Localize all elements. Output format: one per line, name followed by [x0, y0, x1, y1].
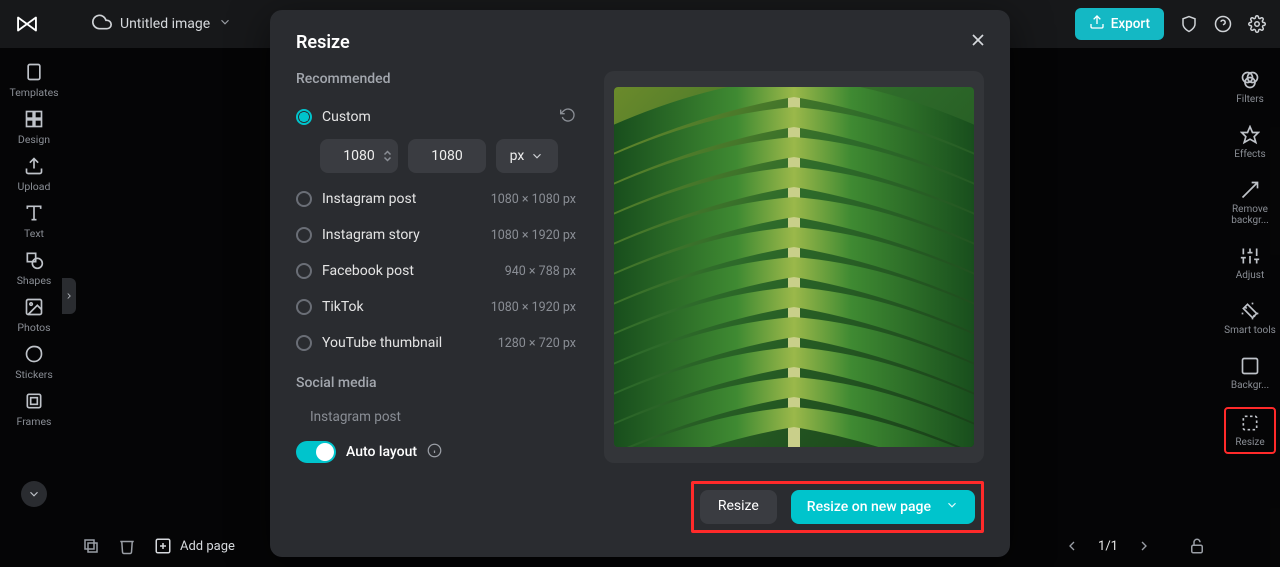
modal-title: Resize: [296, 32, 984, 53]
preset-instagram-story[interactable]: Instagram story 1080 × 1920 px: [296, 217, 576, 253]
add-page-button[interactable]: Add page: [154, 537, 235, 555]
document-title-text: Untitled image: [120, 16, 210, 32]
stepper-icon[interactable]: [383, 150, 392, 162]
preset-size: 1080 × 1080 px: [491, 192, 576, 207]
export-button[interactable]: Export: [1075, 8, 1164, 40]
preset-size: 1280 × 720 px: [498, 336, 576, 351]
help-icon[interactable]: [1214, 15, 1232, 33]
resize-button[interactable]: Resize: [700, 490, 777, 524]
recommended-heading: Recommended: [296, 71, 576, 87]
action-highlight: Resize Resize on new page: [691, 481, 984, 533]
social-item-instagram-post[interactable]: Instagram post: [296, 403, 576, 431]
sidebar-collapse-toggle[interactable]: [62, 278, 76, 314]
auto-layout-toggle[interactable]: [296, 441, 336, 463]
unit-value: px: [510, 148, 525, 164]
preset-size: 1080 × 1920 px: [491, 300, 576, 315]
close-button[interactable]: [968, 30, 988, 54]
radio-icon: [296, 263, 312, 279]
panel-remove-bg[interactable]: Remove backgr...: [1224, 176, 1276, 230]
sidebar-item-design[interactable]: Design: [18, 109, 50, 146]
preset-label: Instagram story: [322, 227, 420, 243]
sidebar-item-text[interactable]: Text: [24, 203, 44, 240]
resize-new-label: Resize on new page: [807, 499, 931, 515]
width-input[interactable]: 1080: [320, 139, 398, 173]
panel-resize[interactable]: Resize: [1224, 407, 1276, 454]
resize-label: Resize: [1235, 437, 1264, 448]
info-icon[interactable]: [427, 443, 442, 462]
resize-btn-label: Resize: [718, 498, 759, 514]
sidebar-item-upload[interactable]: Upload: [18, 156, 51, 193]
app-logo[interactable]: [14, 11, 40, 37]
sidebar-item-shapes[interactable]: Shapes: [17, 250, 52, 287]
social-heading: Social media: [296, 375, 576, 391]
sidebar-item-frames[interactable]: Frames: [17, 391, 52, 428]
chevron-down-icon: [945, 498, 959, 516]
adjust-label: Adjust: [1236, 270, 1265, 281]
effects-label: Effects: [1234, 149, 1265, 160]
design-label: Design: [18, 133, 50, 146]
panel-filters[interactable]: Filters: [1224, 66, 1276, 109]
radio-icon: [296, 227, 312, 243]
filters-label: Filters: [1236, 94, 1264, 105]
sidebar-item-photos[interactable]: Photos: [17, 297, 50, 334]
layers-icon[interactable]: [82, 537, 100, 555]
shapes-label: Shapes: [17, 274, 52, 287]
preset-custom[interactable]: Custom: [296, 99, 576, 135]
page-next-button[interactable]: [1136, 538, 1152, 554]
preset-tiktok[interactable]: TikTok 1080 × 1920 px: [296, 289, 576, 325]
page-prev-button[interactable]: [1064, 538, 1080, 554]
height-value: 1080: [431, 148, 462, 164]
templates-label: Templates: [9, 86, 58, 99]
preview-image: [614, 87, 974, 447]
width-value: 1080: [343, 148, 374, 164]
sidebar-item-templates[interactable]: Templates: [9, 62, 58, 99]
document-title[interactable]: Untitled image: [120, 15, 232, 33]
text-label: Text: [24, 227, 44, 240]
preset-size: 940 × 788 px: [505, 264, 576, 279]
photos-label: Photos: [17, 321, 50, 334]
custom-label: Custom: [322, 109, 371, 125]
radio-icon: [296, 191, 312, 207]
cloud-icon[interactable]: [92, 12, 112, 36]
preset-label: Facebook post: [322, 263, 414, 279]
panel-smart-tools[interactable]: Smart tools: [1224, 297, 1276, 340]
panel-background[interactable]: Backgr...: [1224, 352, 1276, 395]
sidebar-more-button[interactable]: [21, 481, 47, 507]
preset-size: 1080 × 1920 px: [491, 228, 576, 243]
radio-icon: [296, 109, 312, 125]
stickers-label: Stickers: [15, 368, 52, 381]
preview-pane: [604, 71, 984, 463]
preset-youtube-thumbnail[interactable]: YouTube thumbnail 1280 × 720 px: [296, 325, 576, 361]
radio-icon: [296, 299, 312, 315]
radio-icon: [296, 335, 312, 351]
panel-adjust[interactable]: Adjust: [1224, 242, 1276, 285]
chevron-down-icon: [218, 15, 232, 33]
lock-icon[interactable]: [1188, 537, 1206, 555]
add-page-label: Add page: [180, 539, 235, 554]
shield-icon[interactable]: [1180, 15, 1198, 33]
upload-label: Upload: [18, 180, 51, 193]
frames-label: Frames: [17, 415, 52, 428]
preset-instagram-post[interactable]: Instagram post 1080 × 1080 px: [296, 181, 576, 217]
unit-select[interactable]: px: [496, 139, 558, 173]
trash-icon[interactable]: [118, 537, 136, 555]
preset-facebook-post[interactable]: Facebook post 940 × 788 px: [296, 253, 576, 289]
removebg-label: Remove backgr...: [1224, 204, 1276, 226]
preset-label: Instagram post: [322, 191, 416, 207]
page-indicator: 1/1: [1098, 539, 1118, 554]
sidebar-item-stickers[interactable]: Stickers: [15, 344, 52, 381]
preset-label: YouTube thumbnail: [322, 335, 442, 351]
smart-label: Smart tools: [1224, 325, 1276, 336]
gear-icon[interactable]: [1248, 15, 1266, 33]
resize-modal: Resize Recommended Custom 1080: [270, 10, 1010, 557]
height-input[interactable]: 1080: [408, 139, 486, 173]
auto-layout-label: Auto layout: [346, 444, 417, 460]
upload-icon: [1089, 14, 1105, 34]
resize-new-page-button[interactable]: Resize on new page: [791, 490, 975, 524]
export-label: Export: [1111, 16, 1150, 32]
backgr-label: Backgr...: [1231, 380, 1269, 391]
panel-effects[interactable]: Effects: [1224, 121, 1276, 164]
preset-label: TikTok: [322, 299, 364, 315]
reset-icon[interactable]: [560, 107, 576, 127]
